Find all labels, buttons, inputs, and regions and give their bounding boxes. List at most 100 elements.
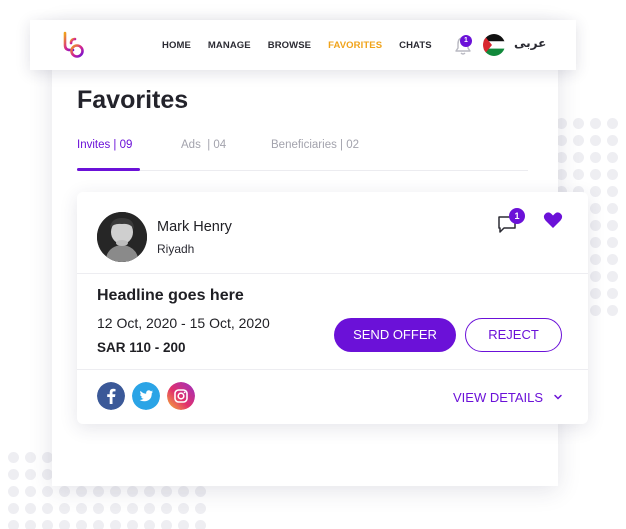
decorative-dot [110,503,121,514]
language-switch[interactable]: عربى [514,36,546,50]
decorative-dot [93,486,104,497]
nav-links: HOME MANAGE BROWSE FAVORITES CHATS [162,40,449,51]
page-title: Favorites [77,86,189,114]
decorative-dot [59,503,70,514]
decorative-dot [590,152,601,163]
decorative-dot [573,169,584,180]
decorative-dot [178,486,189,497]
decorative-dot [8,503,19,514]
decorative-dot [590,254,601,265]
decorative-dot [59,486,70,497]
decorative-dot [127,520,138,529]
decorative-dot [607,220,618,231]
tab-ads[interactable]: Ads | 04 [181,139,226,151]
decorative-dot [93,520,104,529]
twitter-icon[interactable] [132,382,160,410]
invite-price: SAR 110 - 200 [97,340,186,355]
view-details-link[interactable]: VIEW DETAILS [453,390,543,405]
chevron-down-icon[interactable] [553,392,563,402]
decorative-dot [161,520,172,529]
decorative-dot [144,503,155,514]
decorative-dot [607,186,618,197]
facebook-icon[interactable] [97,382,125,410]
decorative-dot [195,503,206,514]
decorative-dot [127,503,138,514]
decorative-dot [607,203,618,214]
notification-badge: 1 [460,35,472,47]
decorative-dot [590,135,601,146]
decorative-dot [573,118,584,129]
decorative-dot [590,203,601,214]
decorative-dot [607,271,618,282]
decorative-dot [59,520,70,529]
decorative-dot [42,503,53,514]
decorative-dot [607,288,618,299]
decorative-dot [590,186,601,197]
decorative-dot [178,503,189,514]
reject-button[interactable]: REJECT [465,318,562,352]
decorative-dot [8,520,19,529]
decorative-dot [590,220,601,231]
decorative-dot [42,486,53,497]
decorative-dot [161,503,172,514]
chat-badge: 1 [509,208,525,224]
decorative-dot [195,520,206,529]
invite-headline: Headline goes here [97,287,244,304]
decorative-dot [144,520,155,529]
decorative-dot [590,237,601,248]
decorative-dot [25,520,36,529]
decorative-dot [607,169,618,180]
nav-favorites[interactable]: FAVORITES [328,40,382,51]
decorative-dot [607,305,618,316]
avatar[interactable] [97,212,147,262]
decorative-dot [144,486,155,497]
decorative-dot [110,520,121,529]
card-divider [77,273,588,274]
decorative-dot [195,486,206,497]
decorative-dot [93,503,104,514]
decorative-dot [607,135,618,146]
decorative-dot [590,305,601,316]
decorative-dot [607,118,618,129]
decorative-dot [127,486,138,497]
heart-icon[interactable] [543,211,563,229]
decorative-dot [607,152,618,163]
top-navbar: HOME MANAGE BROWSE FAVORITES CHATS 1 عرب… [30,20,576,70]
decorative-dot [590,271,601,282]
invite-dates: 12 Oct, 2020 - 15 Oct, 2020 [97,315,270,331]
active-tab-indicator [77,168,140,171]
nav-chats[interactable]: CHATS [399,40,432,51]
decorative-dot [178,520,189,529]
user-city: Riyadh [157,242,195,256]
card-divider-bottom [77,369,588,370]
decorative-dot [8,486,19,497]
tab-invites[interactable]: Invites | 09 [77,139,132,151]
decorative-dot [607,254,618,265]
decorative-dot [76,486,87,497]
decorative-dot [573,152,584,163]
decorative-dot [42,520,53,529]
decorative-dot [590,169,601,180]
flag-icon[interactable] [483,34,505,56]
logo-icon[interactable] [60,31,86,59]
tab-beneficiaries[interactable]: Beneficiaries | 02 [271,139,359,151]
nav-browse[interactable]: BROWSE [268,40,311,51]
decorative-dot [25,486,36,497]
invite-card: Mark Henry Riyadh 1 Headline goes here 1… [77,192,588,424]
instagram-icon[interactable] [167,382,195,410]
decorative-dot [607,237,618,248]
decorative-dot [76,503,87,514]
decorative-dot [161,486,172,497]
decorative-dot [8,469,19,480]
decorative-dot [8,452,19,463]
tabs: Invites | 09 Ads | 04 Beneficiaries | 02 [77,139,528,171]
user-name: Mark Henry [157,219,232,235]
nav-manage[interactable]: MANAGE [208,40,251,51]
decorative-dot [590,288,601,299]
nav-home[interactable]: HOME [162,40,191,51]
decorative-dot [25,503,36,514]
decorative-dot [590,118,601,129]
decorative-dot [110,486,121,497]
send-offer-button[interactable]: SEND OFFER [334,318,456,352]
decorative-dot [573,135,584,146]
